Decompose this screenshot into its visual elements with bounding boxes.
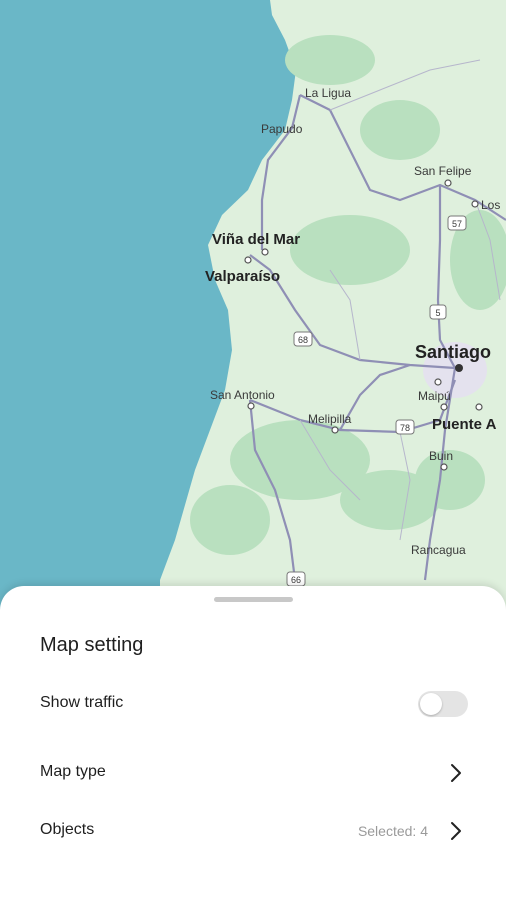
svg-text:66: 66: [291, 575, 301, 585]
svg-text:68: 68: [298, 335, 308, 345]
route-shield-66: 66: [286, 571, 306, 587]
label-puente-alto: Puente A: [432, 416, 497, 433]
svg-text:57: 57: [452, 219, 462, 229]
label-la-ligua: La Ligua: [305, 86, 351, 100]
svg-text:78: 78: [400, 423, 410, 433]
label-santiago: Santiago: [415, 342, 491, 362]
label-los: Los: [481, 198, 500, 212]
chevron-right-icon: [451, 822, 461, 840]
show-traffic-toggle[interactable]: [418, 691, 468, 717]
label-maipu: Maipú: [418, 389, 451, 403]
objects-row[interactable]: Objects Selected: 4: [0, 805, 506, 857]
objects-label: Objects: [40, 821, 95, 838]
map-type-row[interactable]: Map type: [0, 747, 506, 799]
label-vina-del-mar: Viña del Mar: [212, 231, 300, 248]
chevron-right-icon: [451, 764, 461, 782]
label-san-antonio: San Antonio: [210, 388, 275, 402]
route-shield-78: 78: [395, 419, 415, 435]
route-shield-57: 57: [447, 215, 467, 231]
label-papudo: Papudo: [261, 122, 303, 136]
show-traffic-label: Show traffic: [40, 694, 124, 711]
route-shield-5: 5: [429, 304, 447, 320]
label-buin: Buin: [429, 449, 453, 463]
sheet-title: Map setting: [40, 634, 144, 656]
sheet-drag-handle[interactable]: [214, 597, 293, 602]
label-rancagua: Rancagua: [411, 543, 466, 557]
svg-text:5: 5: [435, 308, 440, 318]
label-melipilla: Melipilla: [308, 412, 352, 426]
show-traffic-row[interactable]: Show traffic: [0, 678, 506, 730]
santiago-marker: [455, 364, 463, 372]
toggle-knob: [420, 693, 442, 715]
label-valparaiso: Valparaíso: [205, 268, 280, 285]
label-san-felipe: San Felipe: [414, 164, 472, 178]
objects-selected-count: Selected: 4: [357, 823, 428, 839]
map-type-label: Map type: [40, 763, 106, 780]
map-settings-sheet: Map setting Show traffic Map type Object…: [0, 586, 506, 900]
route-shield-68: 68: [293, 331, 313, 347]
